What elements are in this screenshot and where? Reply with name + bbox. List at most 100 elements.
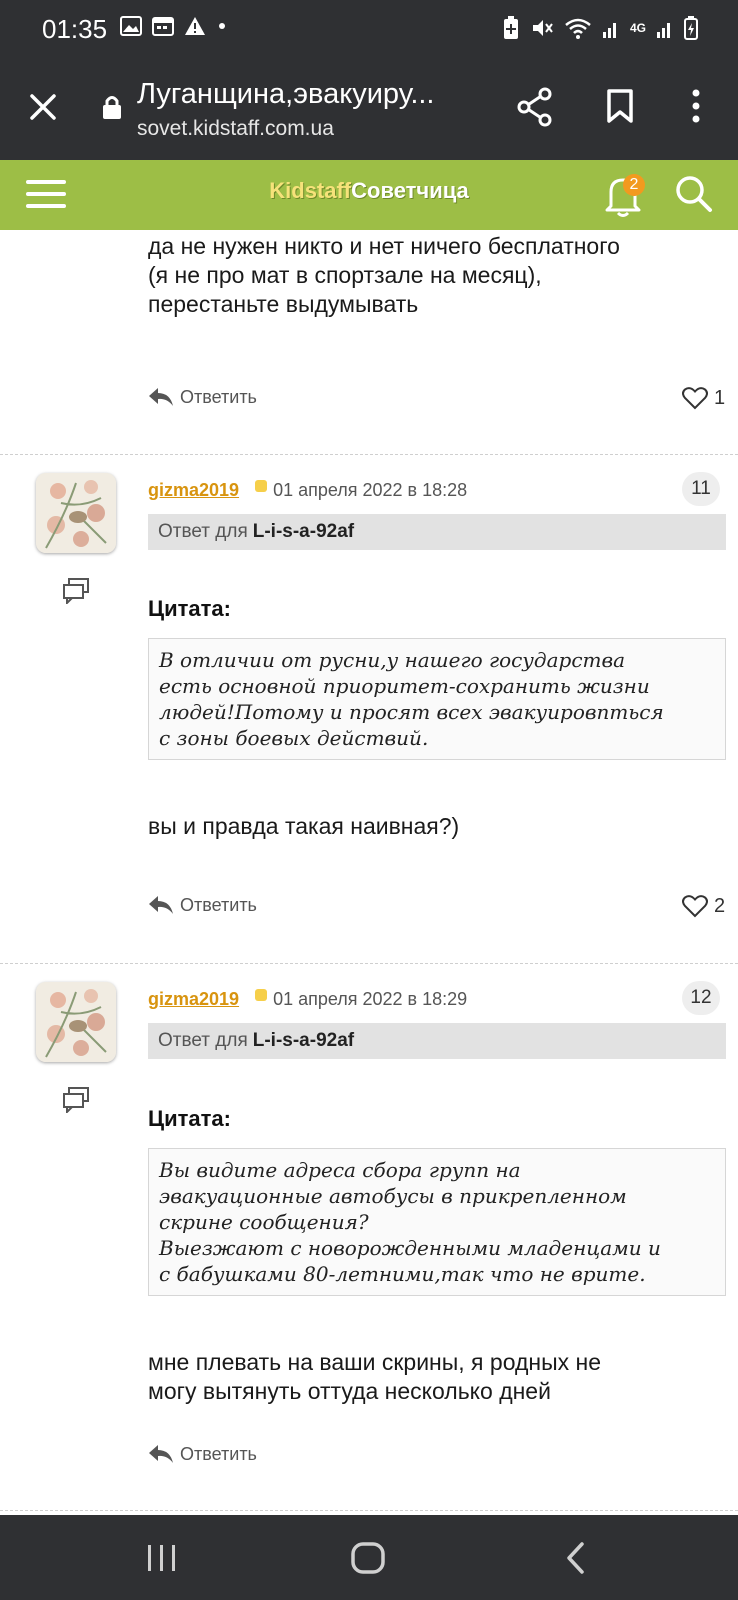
share-icon [517, 87, 552, 127]
notification-badge: 2 [623, 174, 645, 196]
avatar-image [36, 982, 116, 1062]
wifi-icon [565, 18, 591, 39]
quote-line: эвакуационные автобусы в прикрепленном [159, 1184, 627, 1208]
notification-icons [120, 16, 228, 36]
more-vertical-icon [692, 89, 700, 123]
post-number[interactable]: 11 [682, 472, 720, 506]
status-time: 01:35 [42, 14, 108, 44]
reply-arrow-icon [149, 896, 173, 914]
share-button[interactable] [514, 86, 556, 133]
comment-line: мне плевать на ваши скрины, я родных не [148, 1349, 602, 1375]
quote-label: Цитата: [148, 1106, 231, 1131]
system-icons: 4G [502, 16, 698, 40]
heart-icon [682, 895, 708, 918]
comment-meta: gizma2019 01 апреля 2022 в 18:28 [148, 479, 468, 501]
reply-button[interactable]: Ответить [148, 1443, 257, 1465]
quote-label: Цитата: [148, 596, 231, 621]
comment-line: вы и правда такая наивная?) [148, 813, 460, 839]
user-status-dot [255, 479, 268, 492]
reply-button[interactable]: Ответить [148, 386, 257, 408]
image-icon [120, 16, 142, 36]
quote-block: Вы видите адреса сбора групп на эвакуаци… [148, 1148, 726, 1296]
close-icon [30, 94, 56, 120]
back-icon [567, 1542, 584, 1574]
reply-label: Ответить [180, 1443, 257, 1464]
like-count: 1 [714, 386, 726, 409]
system-nav-bar [0, 1515, 738, 1600]
reply-to-user[interactable]: L-i-s-a-92af [253, 1030, 354, 1051]
battery-icon [684, 16, 698, 40]
comment-line: да не нужен никто и нет ничего бесплатно… [148, 233, 620, 259]
battery-saver-icon [503, 16, 518, 39]
home-icon [351, 1542, 385, 1574]
calendar-icon [152, 17, 174, 36]
comment-divider [0, 1510, 738, 1511]
close-tab-button[interactable] [26, 90, 60, 129]
comments-list: да не нужен никто и нет ничего бесплатно… [0, 230, 738, 1515]
reply-arrow-icon [149, 388, 173, 406]
quote-line: Выезжают с новорожденными младенцами и [159, 1236, 661, 1260]
comment-text: мне плевать на ваши скрины, я родных не … [148, 1348, 601, 1406]
comment-line: могу вытянуть оттуда несколько дней [148, 1378, 551, 1404]
warning-icon [185, 17, 205, 35]
dot-icon [219, 23, 225, 29]
quote-line: с зоны боевых действий. [159, 726, 429, 750]
overflow-menu-button[interactable] [690, 88, 702, 129]
search-button[interactable] [674, 174, 714, 219]
comment-divider [0, 963, 738, 964]
network-type: 4G [629, 21, 646, 35]
site-header: KidstaffСоветчица 2 [0, 160, 738, 230]
like-count: 2 [714, 894, 726, 917]
logo-part-kidstaff: Kidstaff [269, 178, 352, 203]
reply-to-label: Ответ для [158, 1030, 248, 1051]
mute-icon [532, 20, 553, 36]
signal-icon-1 [602, 23, 616, 38]
quote-line: есть основной приоритет-сохранить жизни [159, 674, 650, 698]
heart-icon [682, 387, 708, 410]
search-icon [676, 176, 712, 212]
quote-line: скрине сообщения? [159, 1210, 369, 1234]
comments-icon[interactable] [62, 578, 90, 609]
comments-icon[interactable] [62, 1087, 90, 1118]
reply-label: Ответить [180, 894, 257, 915]
reply-button[interactable]: Ответить [148, 894, 257, 916]
like-button[interactable]: 2 [682, 894, 725, 918]
reply-label: Ответить [180, 386, 257, 407]
recents-icon [148, 1545, 175, 1571]
comment-meta: gizma2019 01 апреля 2022 в 18:29 [148, 988, 468, 1010]
user-status-dot [255, 988, 268, 1001]
home-button[interactable] [350, 1541, 386, 1575]
avatar[interactable] [36, 982, 116, 1062]
back-button[interactable] [565, 1541, 587, 1575]
like-button[interactable]: 1 [682, 386, 725, 410]
comment-line: перестаньте выдумывать [148, 291, 419, 317]
reply-to-user[interactable]: L-i-s-a-92af [253, 521, 354, 542]
comment-text: вы и правда такая наивная?) [148, 812, 459, 841]
comment-divider [0, 454, 738, 455]
page-domain: sovet.kidstaff.com.ua [137, 117, 334, 140]
reply-to-bar: Ответ для L-i-s-a-92af [148, 1023, 726, 1059]
comment-date: 01 апреля 2022 в 18:28 [273, 480, 468, 500]
recents-button[interactable] [145, 1543, 179, 1573]
comment-text: да не нужен никто и нет ничего бесплатно… [148, 232, 620, 319]
reply-to-label: Ответ для [158, 521, 248, 542]
quote-line: с бабушками 80-летними,так что не врите. [159, 1262, 646, 1286]
browser-toolbar: Луганщина,эвакуиру... sovet.kidstaff.com… [0, 58, 738, 160]
username-link[interactable]: gizma2019 [148, 989, 239, 1010]
logo-part-sovetchitsa: Советчица [351, 178, 469, 203]
quote-line: В отличии от русни,у нашего государства [159, 648, 626, 672]
comment-line: (я не про мат в спортзале на месяц), [148, 262, 542, 288]
bookmark-button[interactable] [605, 88, 635, 129]
page-title: Луганщина,эвакуиру... [137, 78, 435, 110]
reply-arrow-icon [149, 1445, 173, 1463]
status-bar: 01:35 4G [0, 0, 738, 58]
avatar[interactable] [36, 473, 116, 553]
comment-date: 01 апреля 2022 в 18:29 [273, 989, 468, 1009]
quote-line: людей!Потому и просят всех эвакуировптьс… [159, 700, 664, 724]
reply-to-bar: Ответ для L-i-s-a-92af [148, 514, 726, 550]
bookmark-icon [607, 89, 633, 123]
quote-block: В отличии от русни,у нашего государства … [148, 638, 726, 760]
lock-icon [102, 94, 122, 125]
username-link[interactable]: gizma2019 [148, 480, 239, 501]
post-number[interactable]: 12 [682, 981, 720, 1015]
